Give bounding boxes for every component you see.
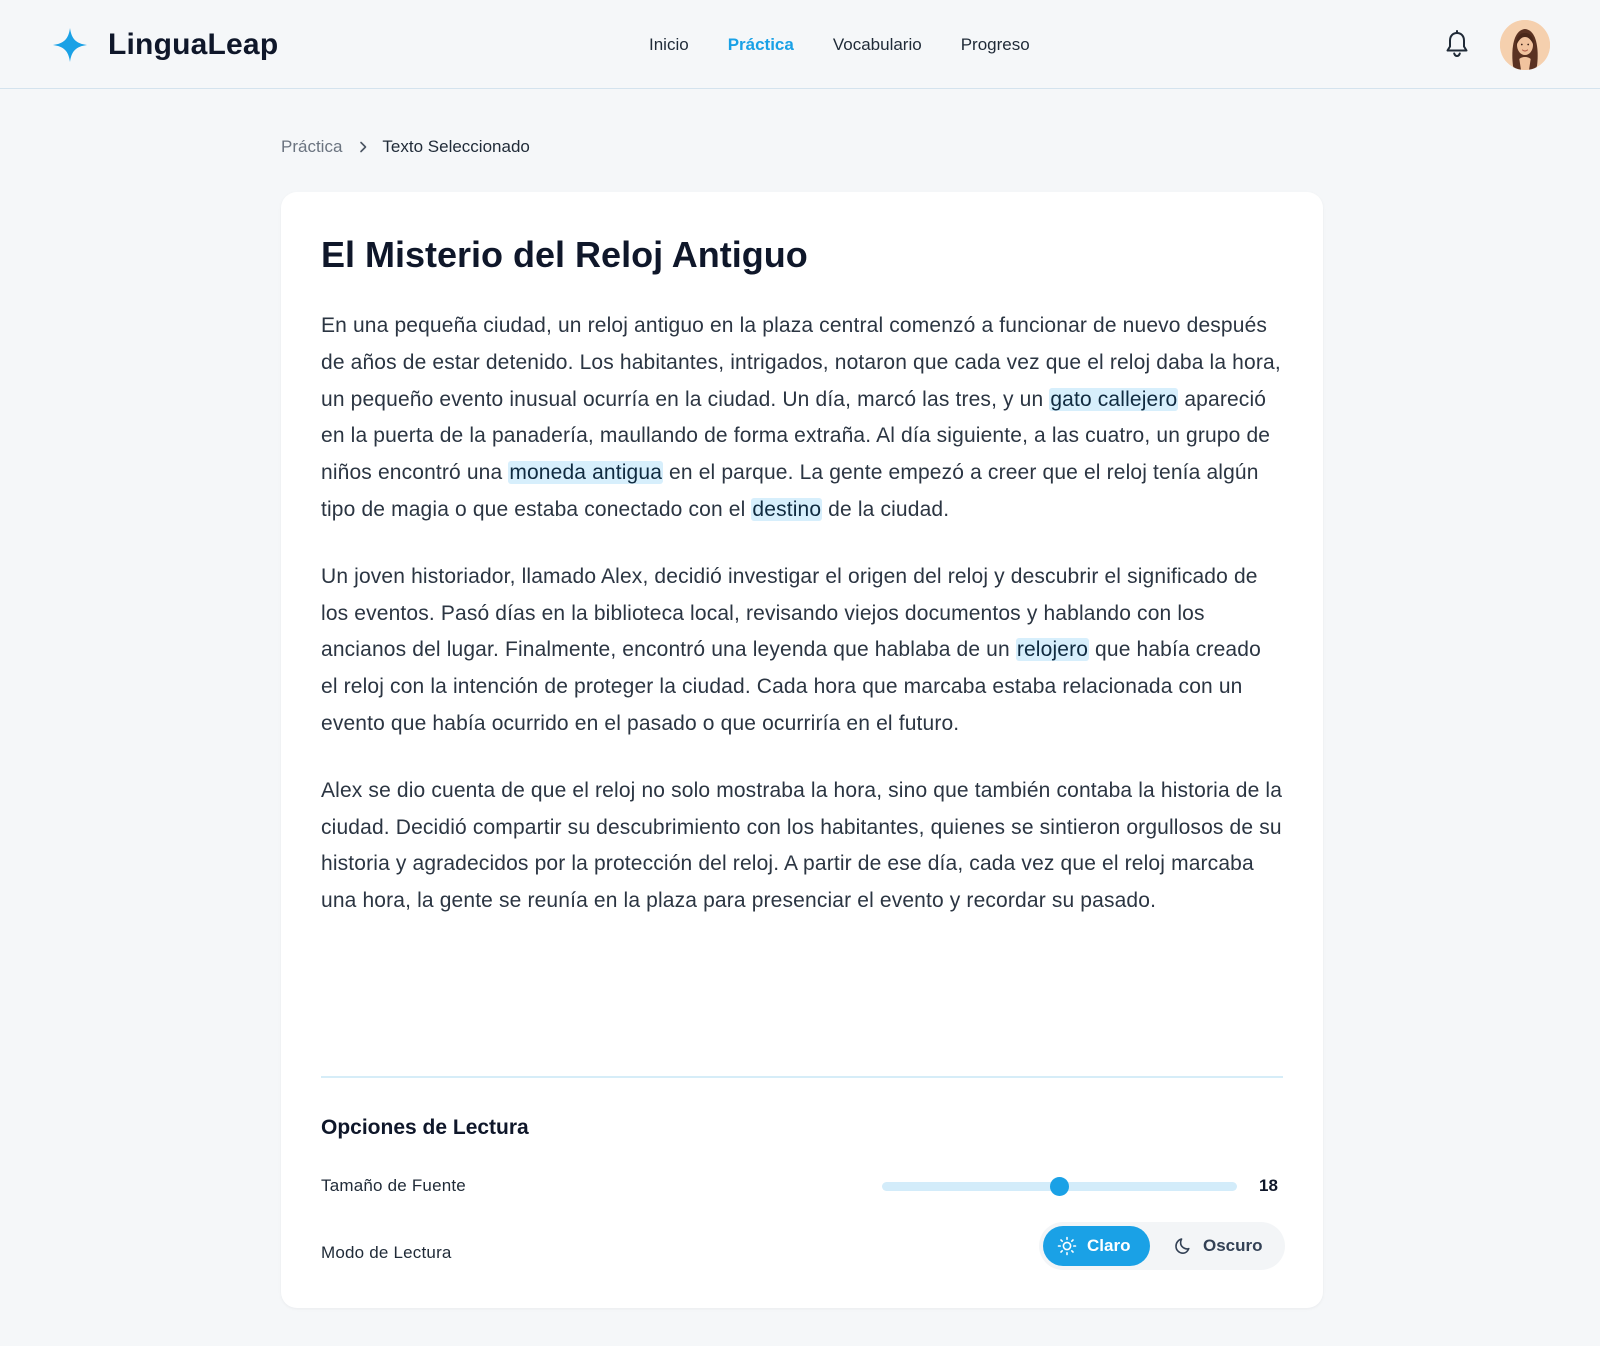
brand-logo[interactable]: LinguaLeap <box>52 26 278 64</box>
nav-item-progreso[interactable]: Progreso <box>961 33 1030 57</box>
user-portrait-icon <box>1500 20 1550 70</box>
reading-options-title: Opciones de Lectura <box>321 1116 529 1139</box>
main-nav: Inicio Práctica Vocabulario Progreso <box>649 33 1069 57</box>
reading-card: El Misterio del Reloj Antiguo En una peq… <box>281 192 1323 1308</box>
font-size-slider[interactable] <box>882 1177 1237 1196</box>
four-point-star-icon <box>53 28 87 62</box>
light-mode-button[interactable]: Claro <box>1043 1226 1150 1266</box>
highlighted-vocabulary-word[interactable]: destino <box>751 497 823 521</box>
light-mode-label: Claro <box>1087 1236 1131 1255</box>
breadcrumb-current: Texto Seleccionado <box>382 137 530 156</box>
font-size-slider-thumb[interactable] <box>1050 1177 1069 1196</box>
nav-item-practica[interactable]: Práctica <box>728 33 794 57</box>
nav-item-inicio[interactable]: Inicio <box>649 33 689 57</box>
top-navigation-bar: LinguaLeap Inicio Práctica Vocabulario P… <box>0 0 1600 89</box>
chevron-right-icon <box>360 141 367 153</box>
breadcrumb-parent-link[interactable]: Práctica <box>281 136 342 158</box>
story-text: de la ciudad. <box>822 497 950 521</box>
highlighted-vocabulary-word[interactable]: moneda antigua <box>508 461 664 485</box>
story-paragraph: En una pequeña ciudad, un reloj antiguo … <box>321 308 1283 529</box>
reading-mode-label: Modo de Lectura <box>321 1243 452 1262</box>
font-size-value: 18 <box>1259 1176 1278 1195</box>
bell-icon[interactable] <box>1444 30 1470 58</box>
highlighted-vocabulary-word[interactable]: relojero <box>1015 638 1090 662</box>
moon-icon <box>1175 1238 1190 1254</box>
story-body: En una pequeña ciudad, un reloj antiguo … <box>321 308 1283 920</box>
reading-mode-toggle: Claro Oscuro <box>1039 1222 1285 1270</box>
section-divider <box>321 1076 1283 1078</box>
story-text: Alex se dio cuenta de que el reloj no so… <box>321 778 1283 913</box>
font-size-label: Tamaño de Fuente <box>321 1176 466 1195</box>
sun-icon <box>1057 1236 1077 1256</box>
dark-mode-label: Oscuro <box>1203 1236 1263 1255</box>
dark-mode-button[interactable]: Oscuro <box>1169 1226 1279 1266</box>
breadcrumb: Práctica Texto Seleccionado <box>281 136 530 158</box>
story-paragraph: Alex se dio cuenta de que el reloj no so… <box>321 773 1283 920</box>
nav-item-vocabulario[interactable]: Vocabulario <box>833 33 922 57</box>
brand-name: LinguaLeap <box>108 28 279 61</box>
highlighted-vocabulary-word[interactable]: gato callejero <box>1049 387 1179 411</box>
user-avatar[interactable] <box>1500 20 1550 70</box>
story-title: El Misterio del Reloj Antiguo <box>321 234 808 275</box>
story-paragraph: Un joven historiador, llamado Alex, deci… <box>321 559 1283 743</box>
